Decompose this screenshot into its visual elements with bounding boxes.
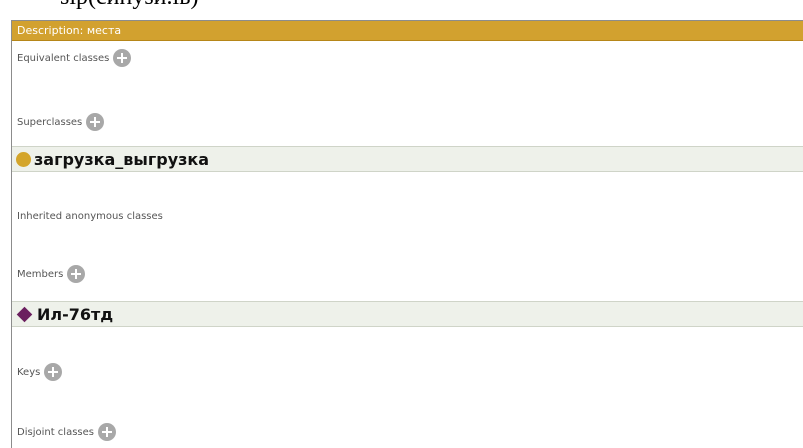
equivalent-classes-label: Equivalent classes xyxy=(17,52,110,64)
inherited-anonymous-section: Inherited anonymous classes xyxy=(17,211,163,222)
superclass-row[interactable]: загрузка_выгрузка xyxy=(12,146,803,172)
top-caption-text: ѕір(сипуѕи.ів) xyxy=(60,0,199,11)
superclasses-label: Superclasses xyxy=(17,116,83,128)
member-row[interactable]: Ил-76тд xyxy=(12,301,803,327)
keys-section: Keys xyxy=(17,363,63,381)
individual-diamond-icon xyxy=(16,306,33,322)
panel-header: Description: места xyxy=(12,21,803,41)
add-member-icon[interactable] xyxy=(67,265,86,283)
add-equivalent-class-icon[interactable] xyxy=(113,49,132,67)
superclasses-section: Superclasses xyxy=(17,113,105,131)
add-disjoint-class-icon[interactable] xyxy=(98,423,116,441)
screen: ѕір(сипуѕи.ів) Description: места Equiva… xyxy=(0,0,803,448)
inherited-anonymous-label: Inherited anonymous classes xyxy=(17,211,163,222)
class-dot-icon xyxy=(16,151,31,167)
members-section: Members xyxy=(17,265,86,283)
panel-title: Description: места xyxy=(17,24,122,37)
description-panel: Description: места Equivalent classes Su… xyxy=(11,20,803,448)
member-name: Ил-76тд xyxy=(37,304,114,324)
add-key-icon[interactable] xyxy=(44,363,63,381)
add-superclass-icon[interactable] xyxy=(86,113,105,131)
disjoint-classes-section: Disjoint classes xyxy=(17,423,116,441)
superclass-name: загрузка_выгрузка xyxy=(34,149,210,169)
equivalent-classes-section: Equivalent classes xyxy=(17,49,132,67)
members-label: Members xyxy=(17,268,64,280)
disjoint-classes-label: Disjoint classes xyxy=(17,426,94,438)
keys-label: Keys xyxy=(17,366,41,378)
